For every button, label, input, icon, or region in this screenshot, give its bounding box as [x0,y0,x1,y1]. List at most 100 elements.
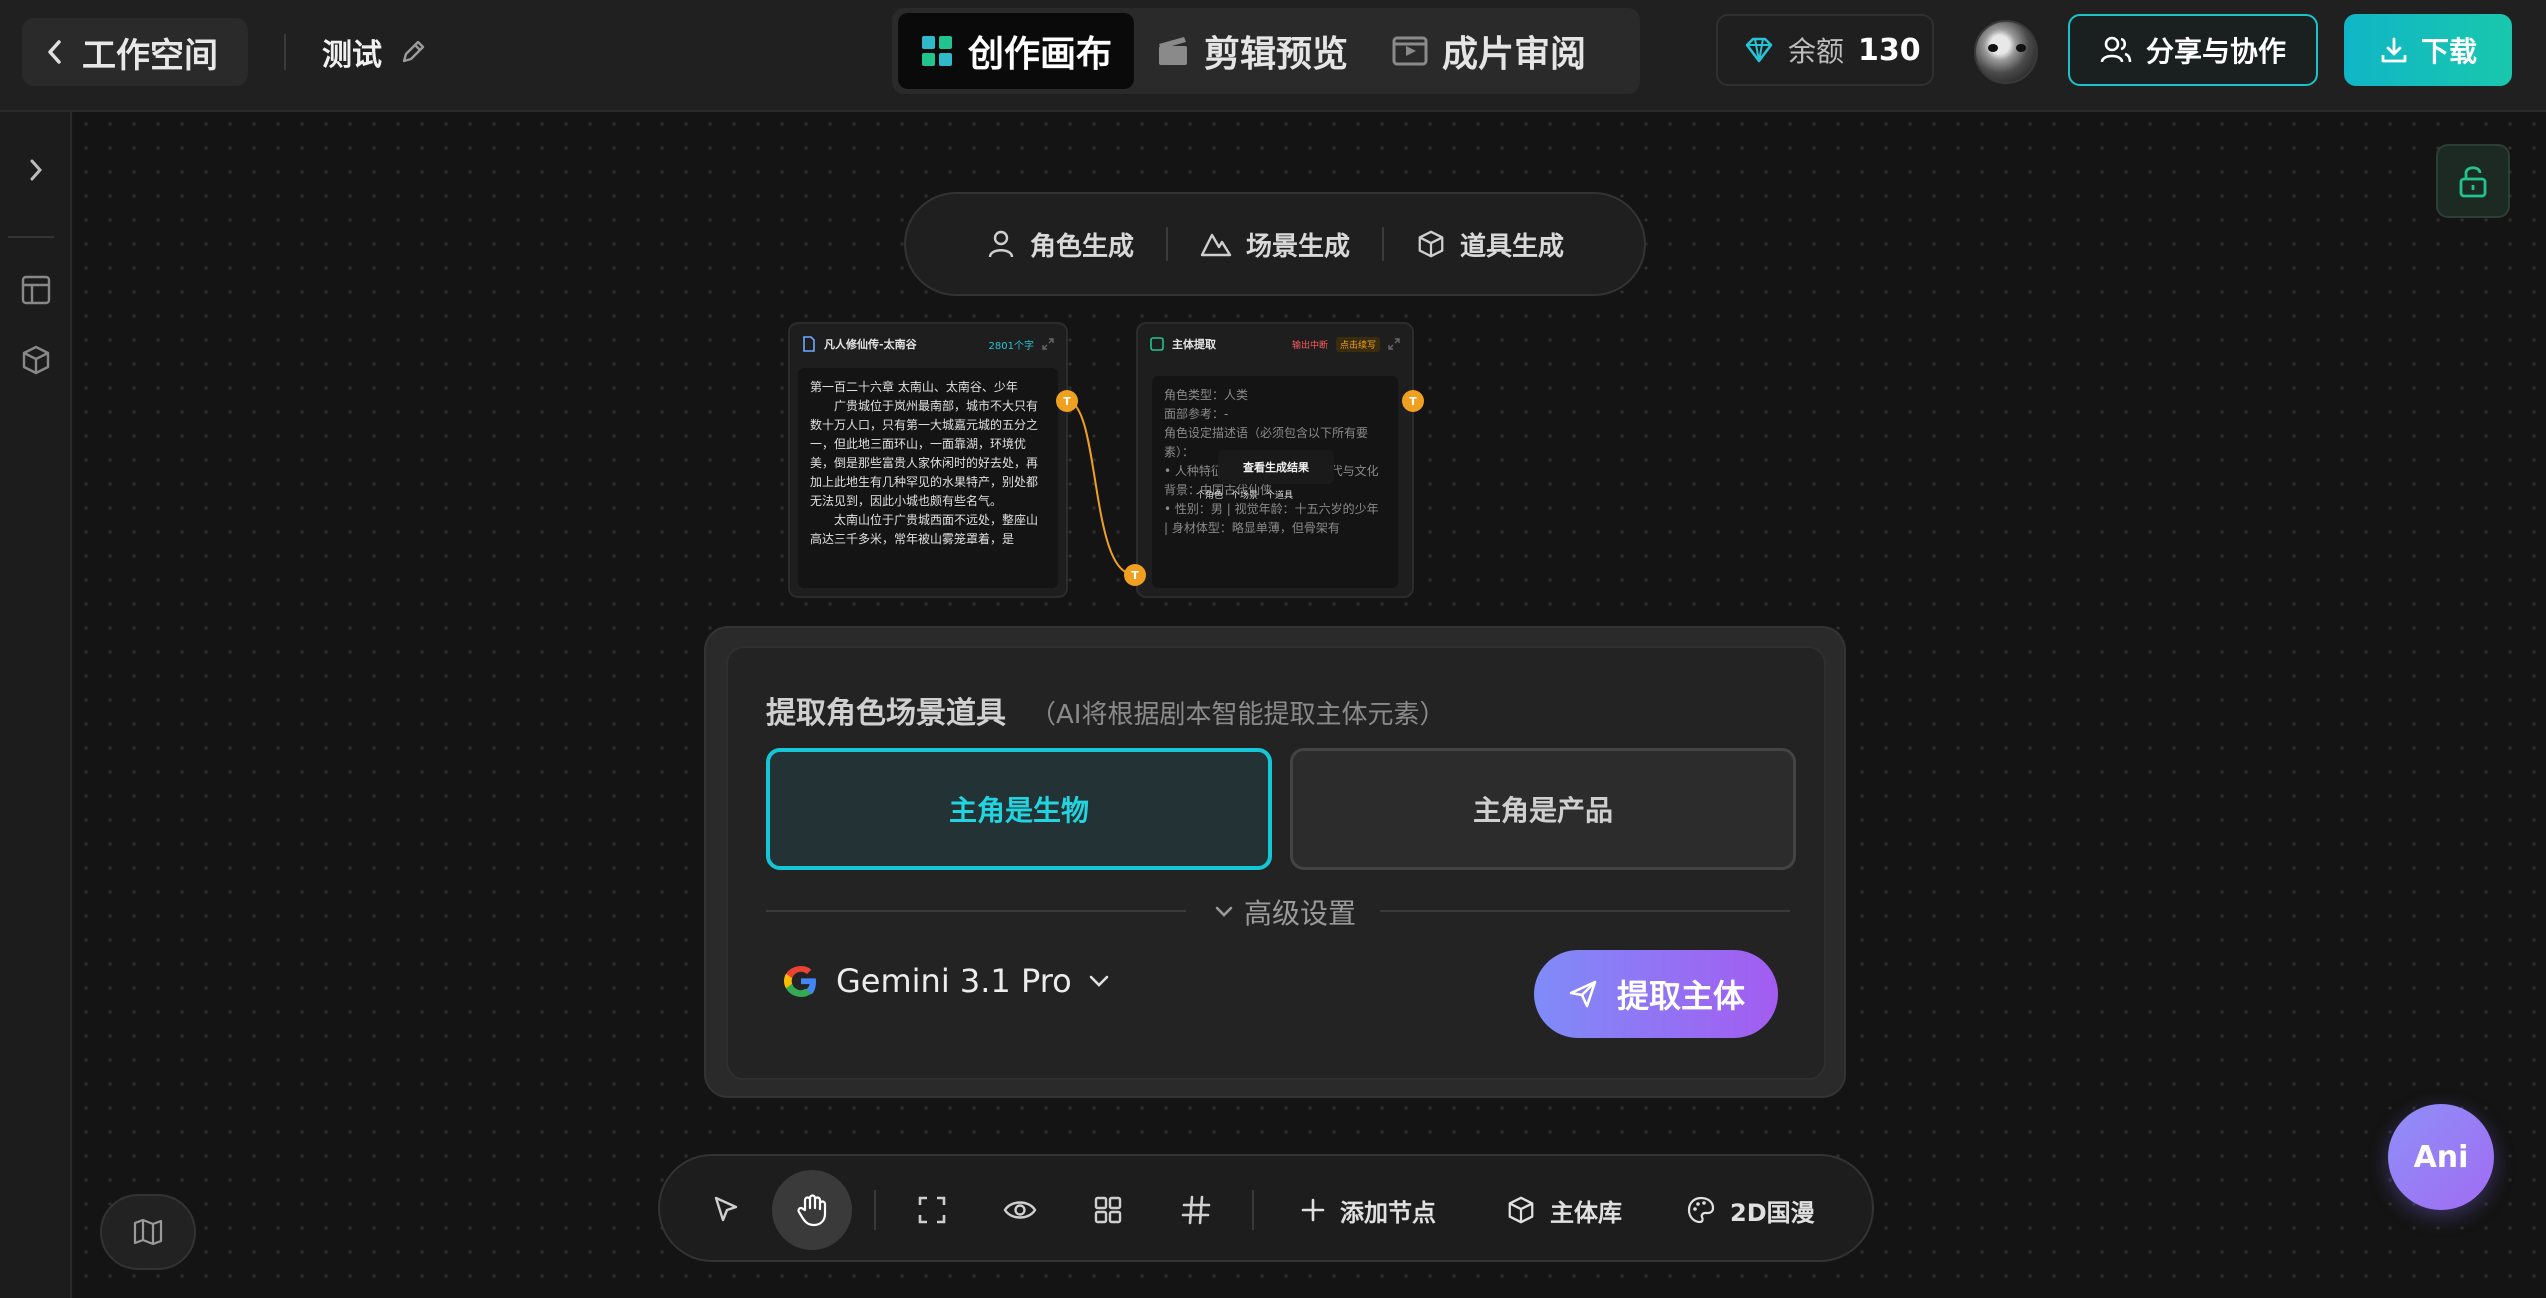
box-icon [22,345,50,375]
minimap-button[interactable] [100,1194,196,1270]
subject-library-label: 主体库 [1550,1198,1622,1227]
box-icon [1508,1196,1534,1224]
sidebar-item-layout[interactable] [10,264,62,316]
style-selector-button[interactable]: 2D国漫 [1686,1170,1815,1250]
model-selector[interactable]: Gemini 3.1 Pro [782,962,1110,1000]
download-button[interactable]: 下载 [2344,14,2512,86]
ani-label: Ani [2413,1139,2469,1175]
expand-icon[interactable] [1388,338,1400,350]
panel-title-text: 提取角色场景道具 [766,696,1006,731]
panel-title: 提取角色场景道具 （AI将根据剧本智能提取主体元素） [766,688,1445,732]
extract-icon [1150,337,1164,351]
expand-sidebar-button[interactable] [10,144,62,196]
option-product[interactable]: 主角是产品 [1290,748,1796,870]
left-sidebar [0,112,72,1298]
share-collaborate-button[interactable]: 分享与协作 [2068,14,2318,86]
cursor-icon [714,1196,738,1222]
balance-label: 余额 [1788,35,1845,68]
add-node-button[interactable]: 添加节点 [1300,1170,1436,1250]
project-name: 测试 [322,38,382,73]
download-label: 下载 [2420,35,2477,68]
option-creature[interactable]: 主角是生物 [766,748,1272,870]
generate-scene-button[interactable]: 场景生成 [1168,226,1382,263]
extract-node[interactable]: 主体提取 输出中断 点击续写 角色类型：人类 面部参考：- 角色设定描述语（必须… [1136,322,1414,598]
grid-icon [922,36,952,66]
back-label: 工作空间 [82,35,218,76]
clapper-icon [1159,37,1188,65]
grid-tool[interactable] [1068,1170,1148,1250]
generate-prop-button[interactable]: 道具生成 [1384,226,1596,263]
advanced-settings-toggle[interactable]: 高级设置 [1214,892,1356,932]
script-paragraph: 第一百二十六章 太南山、太南谷、少年 [810,380,1018,394]
divider [874,1190,876,1230]
tab-edit-preview[interactable]: 剪辑预览 [1134,13,1370,89]
fit-view-tool[interactable] [892,1170,972,1250]
word-count: 2801个字 [988,340,1034,352]
node-connector [1066,400,1134,575]
output-handle[interactable]: T [1402,390,1424,412]
option-label: 主角是产品 [1472,794,1613,827]
chevron-down-icon [1089,975,1109,987]
tab-label: 剪辑预览 [1204,34,1349,75]
continue-badge[interactable]: 点击续写 [1335,336,1380,352]
tab-canvas[interactable]: 创作画布 [898,13,1135,89]
tab-review[interactable]: 成片审阅 [1370,13,1608,89]
subject-library-button[interactable]: 主体库 [1506,1170,1622,1250]
extract-panel: 提取角色场景道具 （AI将根据剧本智能提取主体元素） 主角是生物 主角是产品 高… [704,626,1846,1098]
google-icon [784,966,816,997]
divider [766,910,1186,912]
tab-label: 成片审阅 [1442,34,1587,75]
balance-display[interactable]: 余额 130 [1716,14,1934,86]
tab-label: 创作画布 [968,34,1113,75]
output-handle[interactable]: T [1056,390,1078,412]
script-node[interactable]: 凡人修仙传-太南谷 2801个字 第一百二十六章 太南山、太南谷、少年 广贵城位… [788,322,1068,598]
send-icon [1569,980,1597,1008]
script-text[interactable]: 第一百二十六章 太南山、太南谷、少年 广贵城位于岚州最南部，城市不大只有数十万人… [798,368,1058,588]
extract-text[interactable]: 角色类型：人类 面部参考：- 角色设定描述语（必须包含以下所有要素）： • 人种… [1152,376,1398,588]
pencil-icon[interactable] [398,37,428,67]
generate-bar: 角色生成 场景生成 道具生成 [904,192,1646,296]
document-icon [803,336,815,352]
sidebar-item-assets[interactable] [10,334,62,386]
map-icon [133,1218,163,1246]
hash-icon [1181,1195,1211,1225]
node-title: 主体提取 [1172,338,1216,351]
palette-icon [1687,1196,1715,1224]
hand-icon [797,1194,827,1227]
node-header: 凡人修仙传-太南谷 2801个字 [790,324,1066,364]
plus-icon [1301,1198,1325,1222]
person-icon [988,230,1014,258]
mode-tabs: 创作画布 剪辑预览 成片审阅 [892,8,1640,94]
select-tool[interactable] [686,1170,766,1250]
expand-icon[interactable] [1042,338,1054,350]
preview-tool[interactable] [980,1170,1060,1250]
back-to-workspace-button[interactable]: 工作空间 [22,18,248,86]
input-handle[interactable]: T [1124,564,1146,586]
stat-characters: 个角色 [1196,491,1224,501]
snap-grid-tool[interactable] [1156,1170,1236,1250]
model-name: Gemini 3.1 Pro [836,962,1072,1000]
grid-layout-icon [1094,1196,1122,1224]
avatar[interactable] [1974,20,2038,84]
generate-scene-label: 场景生成 [1245,231,1350,262]
generate-prop-label: 道具生成 [1460,231,1565,262]
lock-canvas-button[interactable] [2436,144,2510,218]
divider [284,34,286,70]
view-result-button[interactable]: 查看生成结果 [1218,450,1334,484]
option-label: 主角是生物 [948,794,1089,827]
stat-props: 个道具 [1266,491,1294,501]
add-node-label: 添加节点 [1340,1198,1436,1227]
node-header: 主体提取 输出中断 点击续写 [1138,324,1412,364]
ani-assistant-button[interactable]: Ani [2388,1104,2494,1210]
advanced-label: 高级设置 [1244,897,1357,930]
balance-value: 130 [1858,32,1921,68]
users-icon [2100,36,2132,63]
script-paragraph: 广贵城位于岚州最南部，城市不大只有数十万人口，只有第一大城嘉元城的五分之一，但此… [810,399,1039,508]
extract-panel-inner: 提取角色场景道具 （AI将根据剧本智能提取主体元素） 主角是生物 主角是产品 高… [726,646,1826,1080]
generate-character-button[interactable]: 角色生成 [954,226,1166,263]
extract-submit-button[interactable]: 提取主体 [1534,950,1778,1038]
script-paragraph: 太南山位于广贵城西面不远处，整座山高达三千多米，常年被山雾笼罩着，是 [810,513,1039,546]
chevron-left-icon [48,40,61,64]
eye-icon [1003,1201,1037,1219]
pan-tool[interactable] [772,1170,852,1250]
